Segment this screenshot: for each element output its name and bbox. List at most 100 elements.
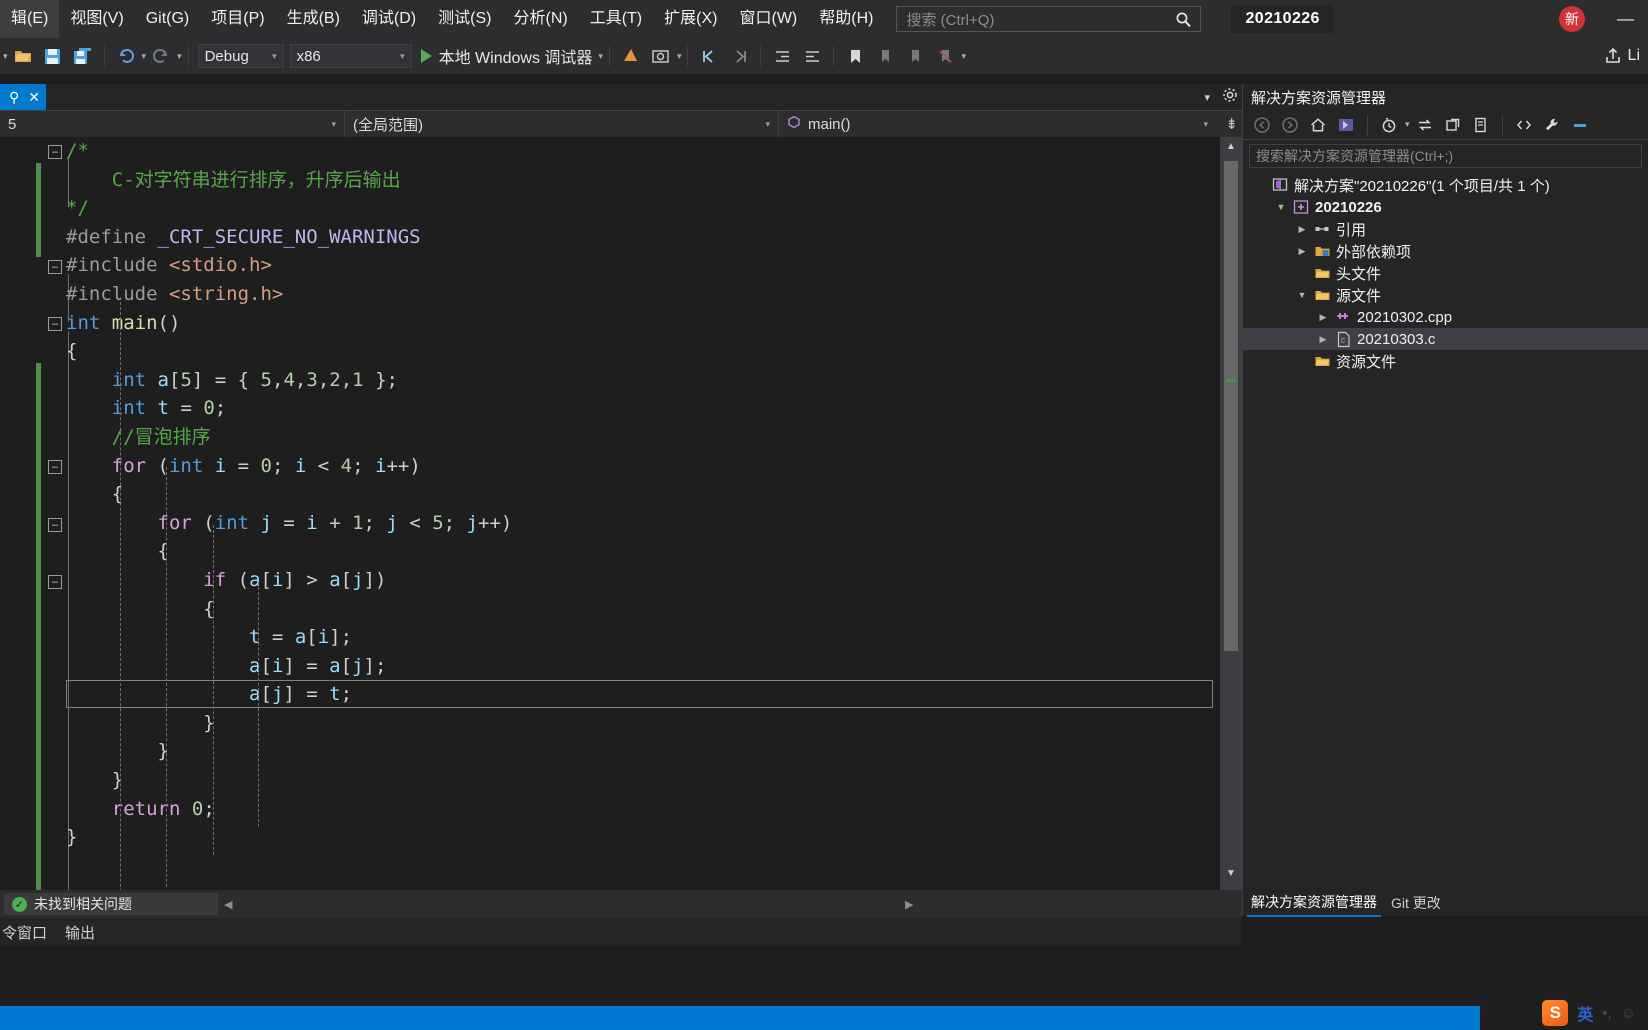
code-line[interactable]: #include <string.h> — [46, 280, 1220, 309]
save-all-icon[interactable] — [70, 43, 96, 69]
expanded-twisty-icon[interactable]: ▼ — [1272, 202, 1290, 212]
bottom-tab-0[interactable]: 令窗口 — [2, 922, 47, 943]
pin-icon[interactable]: ⚲ — [9, 89, 19, 106]
undo-dropdown-caret[interactable]: ▾ — [142, 51, 147, 62]
properties-icon[interactable] — [1468, 113, 1494, 137]
panel-minimize-icon[interactable] — [1567, 113, 1593, 137]
screenshot-icon[interactable] — [648, 43, 674, 69]
tree-item-2[interactable]: ▶ 引用 — [1243, 218, 1648, 240]
code-line[interactable]: } — [46, 709, 1220, 738]
code-line[interactable]: for (int j = i + 1; j < 5; j++) — [46, 509, 1220, 538]
sync-icon[interactable] — [1412, 113, 1438, 137]
code-text-area[interactable]: /* C-对字符串进行排序，升序后输出 */ #define _CRT_SECURE… — [46, 137, 1220, 890]
bookmark-next-icon[interactable] — [902, 43, 928, 69]
code-line[interactable]: } — [46, 823, 1220, 852]
back-icon[interactable] — [1249, 113, 1275, 137]
code-line[interactable]: for (int i = 0; i < 4; i++) — [46, 452, 1220, 481]
code-line[interactable]: if (a[i] > a[j]) — [46, 566, 1220, 595]
solution-configuration-combo[interactable]: Debug ▾ — [197, 44, 284, 68]
indent-increase-icon[interactable] — [799, 43, 825, 69]
code-line[interactable]: #include <stdio.h> — [46, 251, 1220, 280]
pending-changes-icon[interactable] — [1376, 113, 1402, 137]
split-view-icon[interactable]: ⇟ — [1225, 115, 1238, 133]
code-line[interactable]: t = a[i]; — [46, 623, 1220, 652]
show-all-files-icon[interactable] — [1333, 113, 1359, 137]
bookmark-prev-icon[interactable] — [872, 43, 898, 69]
undo-icon[interactable] — [113, 43, 139, 69]
live-share-label[interactable]: Li — [1628, 47, 1640, 65]
indent-decrease-icon[interactable] — [769, 43, 795, 69]
expanded-twisty-icon[interactable]: ▼ — [1293, 290, 1311, 300]
menu-item-0[interactable]: 辑(E) — [0, 0, 60, 38]
tree-item-6[interactable]: ▶ 20210302.cpp — [1243, 306, 1648, 328]
tree-item-7[interactable]: ▶ C 20210303.c — [1243, 328, 1648, 350]
scroll-down-arrow[interactable]: ▼ — [1220, 868, 1242, 886]
collapsed-twisty-icon[interactable]: ▶ — [1314, 334, 1332, 345]
redo-dropdown-caret[interactable]: ▾ — [177, 51, 182, 62]
chevron-down-icon[interactable]: ▾ — [598, 51, 603, 62]
collapsed-twisty-icon[interactable]: ▶ — [1293, 224, 1311, 235]
scrollbar-thumb[interactable] — [1224, 161, 1238, 651]
code-line[interactable]: #define _CRT_SECURE_NO_WARNINGS — [46, 223, 1220, 252]
gear-icon[interactable] — [1222, 87, 1238, 108]
type-scope-dropdown[interactable]: (全局范围) ▾ — [345, 110, 779, 138]
collapse-all-icon[interactable] — [1440, 113, 1466, 137]
tree-item-1[interactable]: ▼ 20210226 — [1243, 196, 1648, 218]
member-scope-dropdown[interactable]: main() ▾ — [779, 111, 1216, 138]
code-line[interactable]: a[j] = t; — [46, 680, 1220, 709]
code-line[interactable]: { — [46, 337, 1220, 366]
save-icon[interactable] — [40, 43, 66, 69]
close-icon[interactable]: ✕ — [28, 89, 40, 106]
code-view-icon[interactable] — [1511, 113, 1537, 137]
tree-item-5[interactable]: ▼ 源文件 — [1243, 284, 1648, 306]
new-feature-badge[interactable]: 新 — [1559, 6, 1585, 32]
menu-item-6[interactable]: 测试(S) — [427, 0, 502, 38]
toolbar-more-caret[interactable]: ▾ — [961, 51, 966, 62]
tree-item-0[interactable]: 解决方案"20210226"(1 个项目/共 1 个) — [1243, 174, 1648, 196]
ime-punctuation-icon[interactable]: •, — [1602, 1005, 1611, 1022]
step-back-icon[interactable] — [696, 43, 722, 69]
solution-platform-combo[interactable]: x86 ▾ — [289, 44, 412, 68]
code-line[interactable]: int a[5] = { 5,4,3,2,1 }; — [46, 366, 1220, 395]
redo-icon[interactable] — [148, 43, 174, 69]
menu-item-10[interactable]: 窗口(W) — [728, 0, 808, 38]
scroll-up-arrow[interactable]: ▲ — [1220, 141, 1242, 159]
code-line[interactable]: */ — [46, 194, 1220, 223]
menu-item-1[interactable]: 视图(V) — [59, 0, 134, 38]
collapsed-twisty-icon[interactable]: ▶ — [1293, 246, 1311, 257]
minimize-button[interactable]: — — [1603, 0, 1648, 38]
code-line[interactable]: { — [46, 480, 1220, 509]
tab-list-caret-icon[interactable]: ▾ — [1204, 91, 1210, 104]
tree-item-4[interactable]: 头文件 — [1243, 262, 1648, 284]
bottom-tab-1[interactable]: 输出 — [65, 922, 95, 943]
document-tab-active[interactable]: ⚲ ✕ — [0, 84, 46, 110]
project-scope-dropdown[interactable]: 5 ▾ — [0, 110, 345, 138]
menu-item-4[interactable]: 生成(B) — [276, 0, 351, 38]
hot-reload-icon[interactable] — [618, 43, 644, 69]
step-forward-icon[interactable] — [726, 43, 752, 69]
toolbar-overflow-caret[interactable]: ▾ — [3, 51, 8, 62]
pending-changes-caret[interactable]: ▾ — [1405, 119, 1410, 130]
code-line[interactable]: C-对字符串进行排序，升序后输出 — [46, 166, 1220, 195]
problem-status-chip[interactable]: ✓ 未找到相关问题 — [4, 893, 218, 915]
code-line[interactable]: } — [46, 766, 1220, 795]
menu-item-9[interactable]: 扩展(X) — [653, 0, 728, 38]
code-line[interactable]: } — [46, 737, 1220, 766]
sogou-ime-icon[interactable]: S — [1542, 1000, 1569, 1026]
problem-nav-prev-icon[interactable]: ◀ — [224, 898, 232, 911]
ime-emoji-icon[interactable]: ☺ — [1621, 1005, 1636, 1022]
code-line[interactable]: int main() — [46, 309, 1220, 338]
menu-item-11[interactable]: 帮助(H) — [808, 0, 884, 38]
screenshot-caret[interactable]: ▾ — [677, 51, 682, 62]
code-line[interactable]: { — [46, 595, 1220, 624]
bookmark-clear-icon[interactable] — [932, 43, 958, 69]
code-line[interactable]: return 0; — [46, 795, 1220, 824]
share-icon[interactable] — [1600, 43, 1626, 69]
menu-item-5[interactable]: 调试(D) — [351, 0, 427, 38]
tree-item-8[interactable]: 资源文件 — [1243, 350, 1648, 372]
tree-item-3[interactable]: ▶ 外部依赖项 — [1243, 240, 1648, 262]
code-line[interactable]: { — [46, 537, 1220, 566]
code-line[interactable]: a[i] = a[j]; — [46, 652, 1220, 681]
code-line[interactable]: /* — [46, 137, 1220, 166]
solution-panel-tab-1[interactable]: Git 更改 — [1387, 890, 1445, 916]
